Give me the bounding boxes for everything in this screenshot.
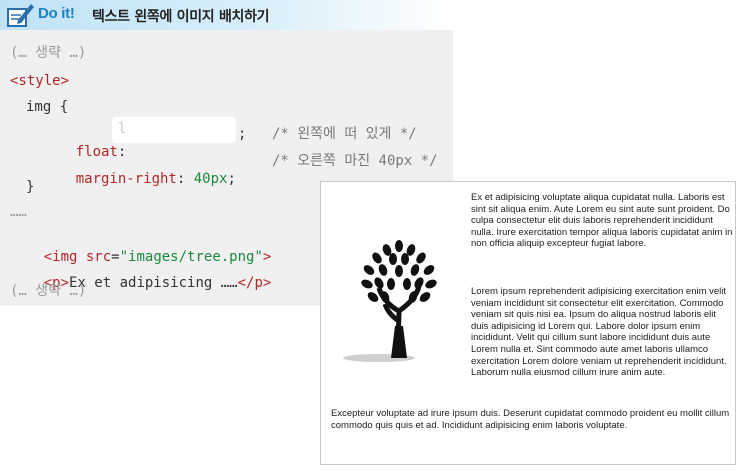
float-input-text: l [118, 121, 127, 137]
do-it-badge: Do it! [38, 5, 75, 22]
code-line-img-selector: img { [26, 99, 69, 115]
code-line-close-brace: } [26, 179, 35, 195]
tree-image [343, 240, 437, 362]
float-value-input[interactable]: l [112, 117, 236, 143]
margin-right-value: 40px [193, 171, 228, 187]
float-comment: /* 왼쪽에 떠 있게 */ [272, 126, 417, 142]
code-line-style-tag: <style> [10, 73, 70, 89]
result-preview: Ex et adipisicing voluptate aliqua cupid… [320, 181, 736, 465]
margin-right-comment: /* 오른쪽 마진 40px */ [272, 153, 438, 169]
margin-right-property: margin-right [75, 171, 177, 187]
float-semicolon: ; [238, 126, 247, 142]
result-paragraph-1: Ex et adipisicing voluptate aliqua cupid… [471, 192, 733, 250]
exercise-header: Do it! 텍스트 왼쪽에 이미지 배치하기 [0, 0, 453, 30]
result-paragraph-3: Excepteur voluptate ad irure ipsum duis.… [331, 408, 730, 431]
code-line-omitted-top: (… 생략 …) [10, 45, 87, 61]
exercise-title: 텍스트 왼쪽에 이미지 배치하기 [92, 9, 270, 25]
result-paragraph-2: Lorem ipsum reprehenderit adipisicing ex… [471, 286, 727, 379]
code-line-margin-right: margin-right: 40px; [75, 171, 236, 187]
code-line-ellipsis: …… [10, 204, 27, 220]
pencil-note-icon [7, 4, 34, 27]
code-line-omitted-bottom: (… 생략 …) [10, 283, 87, 299]
